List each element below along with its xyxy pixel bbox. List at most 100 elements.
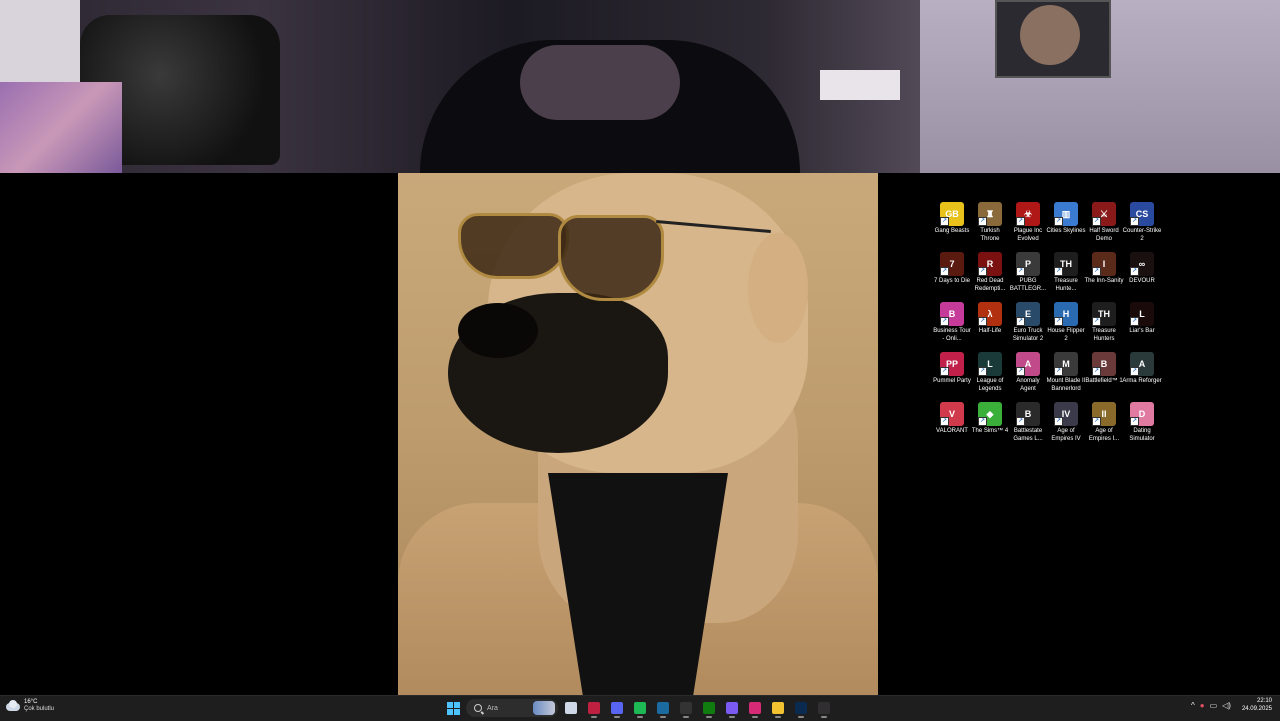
search-icon — [474, 704, 482, 712]
taskbar-app-xbox[interactable] — [699, 698, 719, 718]
game-icon: λ ↗ — [978, 302, 1002, 326]
desktop-icon[interactable]: PP ↗ Pummel Party — [933, 350, 971, 400]
desktop-icon[interactable]: P ↗ PUBG BATTLEGR... — [1009, 250, 1047, 300]
taskbar-app-task-view[interactable] — [561, 698, 581, 718]
game-icon: D ↗ — [1130, 402, 1154, 426]
desktop-icon-label: The Sims™ 4 — [971, 428, 1009, 434]
taskbar-app-file-explorer[interactable] — [768, 698, 788, 718]
shortcut-arrow-icon: ↗ — [1016, 267, 1025, 276]
desktop-icon[interactable]: ☣ ↗ Plague Inc Evolved — [1009, 200, 1047, 250]
xbox-icon — [703, 702, 715, 714]
shortcut-arrow-icon: ↗ — [978, 217, 987, 226]
desktop-icon[interactable]: λ ↗ Half-Life — [971, 300, 1009, 350]
desktop-icon[interactable]: IV ↗ Age of Empires IV — [1047, 400, 1085, 450]
webcam-lamp — [820, 70, 900, 100]
desktop-icon-label: Treasure Hunte... — [1054, 278, 1078, 292]
desktop-icon-label: Cities Skylines — [1046, 228, 1086, 234]
desktop-icon-label: Battlefield™ 1 — [1085, 378, 1123, 384]
desktop-icon[interactable]: E ↗ Euro Truck Simulator 2 — [1009, 300, 1047, 350]
desktop-icon[interactable]: ▥ ↗ Cities Skylines — [1046, 200, 1086, 250]
taskbar-app-epic-games[interactable] — [676, 698, 696, 718]
desktop-icon[interactable]: ⚔ ↗ Half Sword Demo — [1085, 200, 1123, 250]
desktop-icon[interactable]: B ↗ Battlestate Games L... — [1009, 400, 1047, 450]
desktop-icon[interactable]: ∞ ↗ DEVOUR — [1123, 250, 1161, 300]
desktop-icon-label: Dating Simulator — [1129, 428, 1155, 442]
game-icon: R ↗ — [978, 252, 1002, 276]
search-highlight-image — [533, 701, 555, 715]
taskbar-app-photoshop[interactable] — [791, 698, 811, 718]
desktop-icon[interactable]: II ↗ Age of Empires I... — [1085, 400, 1123, 450]
game-icon: IV ↗ — [1054, 402, 1078, 426]
fan-app-icon — [588, 702, 600, 714]
desktop-icon[interactable]: TH ↗ Treasure Hunters — [1085, 300, 1123, 350]
desktop-icon-label: Half-Life — [978, 328, 1002, 334]
desktop-icon[interactable]: A ↗ Arma Reforger — [1122, 350, 1162, 400]
shortcut-arrow-icon: ↗ — [1130, 417, 1139, 426]
taskbar-app-fan-app[interactable] — [584, 698, 604, 718]
taskbar-app-discord[interactable] — [607, 698, 627, 718]
desktop-icon[interactable]: B ↗ Business Tour - Onli... — [933, 300, 971, 350]
desktop-icon[interactable]: ♜ ↗ Turkish Throne — [971, 200, 1009, 250]
start-button[interactable] — [443, 698, 463, 718]
epic-games-icon — [680, 702, 692, 714]
desktop-icon-label: Pummel Party — [933, 378, 971, 384]
obs-icon — [818, 702, 830, 714]
game-icon: P ↗ — [1016, 252, 1040, 276]
network-icon[interactable]: ▭ — [1210, 701, 1218, 710]
shortcut-arrow-icon: ↗ — [1130, 367, 1139, 376]
shortcut-arrow-icon: ↗ — [1130, 267, 1139, 276]
photoshop-icon — [795, 702, 807, 714]
shortcut-arrow-icon: ↗ — [1016, 317, 1025, 326]
desktop-icon-label: DEVOUR — [1129, 278, 1155, 284]
desktop-icon[interactable]: TH ↗ Treasure Hunte... — [1047, 250, 1085, 300]
taskbar-app-instagram[interactable] — [745, 698, 765, 718]
desktop-icon[interactable]: CS ↗ Counter-Strike 2 — [1123, 200, 1161, 250]
taskbar-app-obs[interactable] — [814, 698, 834, 718]
desktop-icon[interactable]: I ↗ The Inn-Sanity — [1084, 250, 1124, 300]
shortcut-arrow-icon: ↗ — [1092, 267, 1101, 276]
desktop-icon-label: Turkish Throne — [980, 228, 1000, 242]
shortcut-arrow-icon: ↗ — [1092, 217, 1101, 226]
copilot-icon — [726, 702, 738, 714]
desktop-icon[interactable]: A ↗ Anomaly Agent — [1009, 350, 1047, 400]
desktop-icon[interactable]: 7 ↗ 7 Days to Die — [933, 250, 971, 300]
desktop-icon[interactable]: V ↗ VALORANT — [933, 400, 971, 450]
shortcut-arrow-icon: ↗ — [1054, 267, 1063, 276]
game-icon: TH ↗ — [1054, 252, 1078, 276]
taskbar-search[interactable]: Ara — [466, 699, 558, 717]
desktop-icon[interactable]: B ↗ Battlefield™ 1 — [1085, 350, 1123, 400]
desktop-icon[interactable]: H ↗ House Flipper 2 — [1047, 300, 1085, 350]
taskbar-app-copilot[interactable] — [722, 698, 742, 718]
desktop-icon[interactable]: M ↗ Mount Blade II Bannerlord — [1047, 350, 1085, 400]
cloud-icon — [6, 700, 20, 712]
game-icon: CS ↗ — [1130, 202, 1154, 226]
desktop-icon[interactable]: ◆ ↗ The Sims™ 4 — [971, 400, 1009, 450]
chevron-up-icon[interactable]: ^ — [1191, 701, 1195, 710]
taskbar-app-spotify[interactable] — [630, 698, 650, 718]
clock[interactable]: 22:10 24.09.2025 — [1242, 698, 1272, 713]
shortcut-arrow-icon: ↗ — [1054, 367, 1063, 376]
microphone-icon[interactable]: ● — [1200, 701, 1205, 710]
shortcut-arrow-icon: ↗ — [978, 267, 987, 276]
desktop-icon[interactable]: GB ↗ Gang Beasts — [933, 200, 971, 250]
desktop-icon-label: Age of Empires IV — [1051, 428, 1081, 442]
weather-widget[interactable]: 16°C Çok bulutlu — [6, 699, 54, 713]
desktop-icon-label: Red Dead Redempti... — [974, 278, 1006, 292]
game-icon: GB ↗ — [940, 202, 964, 226]
search-placeholder: Ara — [487, 704, 498, 712]
desktop-icon[interactable]: L ↗ League of Legends — [971, 350, 1009, 400]
shortcut-arrow-icon: ↗ — [1092, 367, 1101, 376]
game-icon: V ↗ — [940, 402, 964, 426]
wallpaper-dog-ear — [748, 233, 808, 343]
game-icon: L ↗ — [1130, 302, 1154, 326]
desktop-icon[interactable]: D ↗ Dating Simulator — [1123, 400, 1161, 450]
wallpaper-sunglasses-left — [458, 213, 569, 279]
desktop-icon[interactable]: R ↗ Red Dead Redempti... — [971, 250, 1009, 300]
taskbar-app-steam[interactable] — [653, 698, 673, 718]
taskbar-center: Ara — [443, 698, 834, 718]
shortcut-arrow-icon: ↗ — [1016, 217, 1025, 226]
speaker-icon[interactable]: ◁) — [1222, 701, 1231, 710]
shortcut-arrow-icon: ↗ — [1092, 417, 1101, 426]
desktop-icon-label: Business Tour - Onli... — [933, 328, 971, 342]
desktop-icon[interactable]: L ↗ Liar's Bar — [1123, 300, 1161, 350]
